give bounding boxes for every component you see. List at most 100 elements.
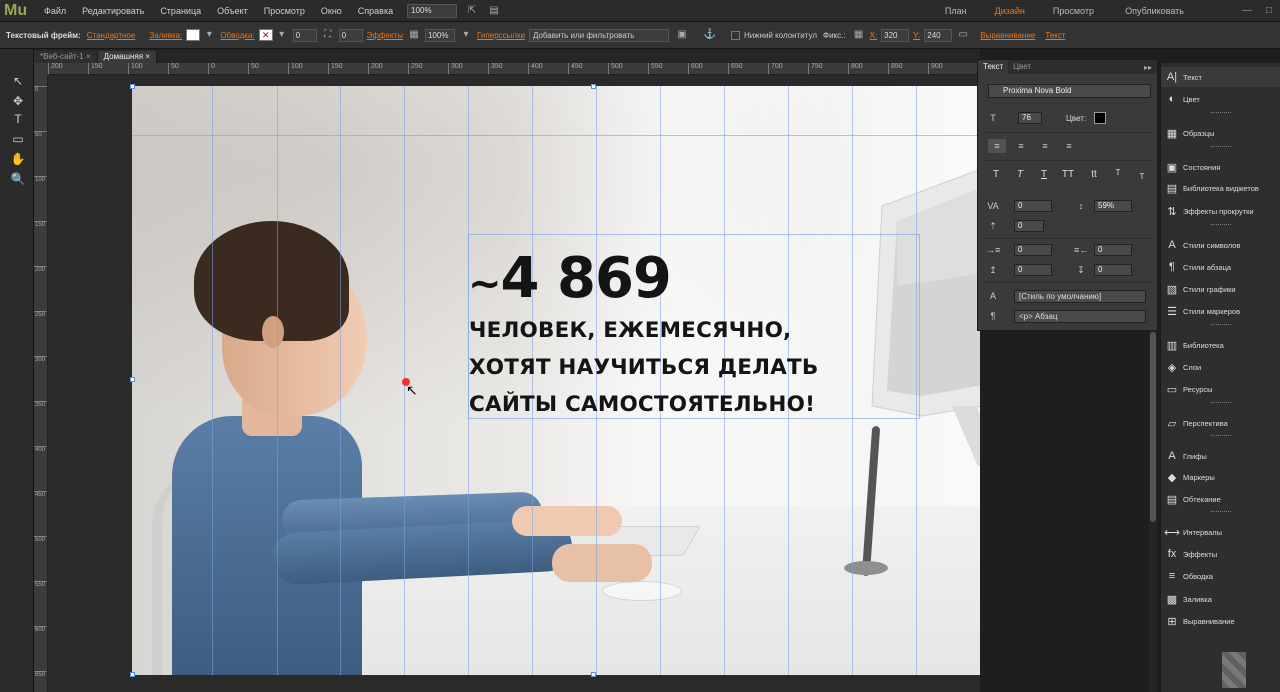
dock-item-para-styles[interactable]: ¶ Стили абзаца (1161, 257, 1280, 277)
dock-item-swatches[interactable]: ▦ Образцы (1161, 123, 1280, 143)
align-right-icon[interactable]: ≡ (1036, 139, 1054, 153)
dock-item-graphic-styles[interactable]: ▧ Стили графики (1161, 279, 1280, 299)
dock-item-assets[interactable]: ▭ Ресурсы (1161, 379, 1280, 399)
dock-item-stroke[interactable]: ≡ Обводка (1161, 566, 1280, 586)
dock-item-fx[interactable]: fx Эффекты (1161, 544, 1280, 564)
align-center-icon[interactable]: ≡ (1012, 139, 1030, 153)
headline-number[interactable]: ~4 869 (468, 246, 672, 311)
y-field[interactable]: 240 (924, 28, 953, 42)
resize-handle[interactable] (591, 84, 596, 89)
dock-item-char-styles[interactable]: A Стили символов (1161, 235, 1280, 255)
dock-item-layers[interactable]: ◈ Слои (1161, 357, 1280, 377)
crop-tool-icon[interactable]: ✥ (10, 93, 26, 109)
dock-item-wrap[interactable]: ▤ Обтекание (1161, 489, 1280, 509)
hyperlinks-select[interactable]: Добавить или фильтровать (528, 28, 669, 42)
align-link[interactable]: Выравнивание (980, 31, 1035, 40)
opacity-dropdown-icon[interactable]: ▾ (459, 28, 473, 42)
dock-item-bullet-styles[interactable]: ☰ Стили маркеров (1161, 301, 1280, 321)
publish-button[interactable]: Опубликовать (1125, 0, 1184, 22)
footer-checkbox[interactable] (730, 30, 740, 40)
stroke-dropdown-icon[interactable]: ▾ (275, 28, 289, 42)
menu-view[interactable]: Просмотр (256, 0, 313, 22)
dock-item-states[interactable]: ▣ Состояния (1161, 157, 1280, 177)
anchor-icon[interactable]: ⚓ (703, 28, 717, 42)
small-caps-button[interactable]: tt (1086, 168, 1102, 182)
align-justify-icon[interactable]: ≡ (1060, 139, 1078, 153)
opacity-field[interactable]: 100% (424, 28, 455, 42)
opacity-icon[interactable]: ▦ (407, 28, 421, 42)
hand-tool-icon[interactable]: ✋ (10, 151, 26, 167)
size-lock-icon[interactable]: ▭ (956, 28, 970, 42)
fill-dropdown-icon[interactable]: ▾ (202, 28, 216, 42)
dock-item-glyphs[interactable]: A Глифы (1161, 446, 1280, 466)
stroke-swatch[interactable]: ✕ (258, 29, 273, 41)
menu-help[interactable]: Справка (350, 0, 401, 22)
resize-handle[interactable] (130, 672, 135, 677)
headline-line-2[interactable]: ХОТЯТ НАУЧИТЬСЯ ДЕЛАТЬ (469, 355, 818, 380)
font-size-field[interactable]: 76 (1018, 112, 1042, 124)
horizontal-ruler[interactable]: 200 150 100 50 0 50 100 150 200 250 300 350 400 450 50… (48, 63, 980, 75)
indent-right-field[interactable]: 0 (1094, 244, 1132, 256)
fill-swatch[interactable] (186, 29, 201, 41)
indent-left-field[interactable]: 0 (1014, 244, 1052, 256)
menu-edit[interactable]: Редактировать (74, 0, 152, 22)
headline-line-3[interactable]: САЙТЫ САМОСТОЯТЕЛЬНО! (469, 392, 815, 417)
view-options-icon[interactable]: ▤ (487, 4, 501, 18)
mode-preview[interactable]: Просмотр (1039, 0, 1108, 22)
resize-handle[interactable] (591, 672, 596, 677)
fill-link[interactable]: Заливка: (149, 31, 182, 40)
hyperlinks-link[interactable]: Гиперссылки (477, 31, 525, 40)
hand-arrow-icon[interactable]: ⇱ (465, 4, 479, 18)
baseline-field[interactable]: 0 (1014, 220, 1044, 232)
font-select[interactable]: Proxima Nova Bold (988, 84, 1151, 98)
text-link[interactable]: Текст (1045, 31, 1065, 40)
menu-window[interactable]: Окно (313, 0, 350, 22)
mode-plan[interactable]: План (931, 0, 981, 22)
padding-icon[interactable]: ⛶ (321, 28, 335, 42)
x-field[interactable]: 320 (881, 28, 910, 42)
menu-object[interactable]: Объект (209, 0, 256, 22)
maximize-icon[interactable]: □ (1266, 0, 1272, 22)
panel-menu-icon[interactable]: ▸▸ (1144, 63, 1157, 72)
menu-page[interactable]: Страница (152, 0, 209, 22)
pin-icon[interactable]: ▦ (852, 28, 866, 42)
effects-link[interactable]: Эффекты (367, 31, 403, 40)
minimize-icon[interactable]: — (1242, 0, 1252, 22)
leading-field[interactable]: 59% (1094, 200, 1132, 212)
superscript-button[interactable]: T (1110, 166, 1126, 180)
tab-website[interactable]: *Веб-сайт-1 × (34, 51, 98, 63)
space-before-field[interactable]: 0 (1014, 264, 1052, 276)
rectangle-tool-icon[interactable]: ▭ (10, 131, 26, 147)
dock-item-color[interactable]: ◐ Цвет (1161, 89, 1280, 109)
scrollbar-thumb[interactable] (1150, 332, 1156, 522)
padding-field[interactable]: 0 (338, 28, 363, 42)
stroke-link[interactable]: Обводка: (220, 31, 254, 40)
space-after-field[interactable]: 0 (1094, 264, 1132, 276)
dock-item-spacing[interactable]: ⟷ Интервалы (1161, 522, 1280, 542)
close-icon[interactable]: × (145, 52, 150, 61)
dock-item-fill[interactable]: ▩ Заливка (1161, 589, 1280, 609)
menu-file[interactable]: Файл (36, 0, 74, 22)
headline-line-1[interactable]: ЧЕЛОВЕК, ЕЖЕМЕСЯЧНО, (469, 318, 791, 343)
para-style-select[interactable]: <p> Абзац (1014, 310, 1146, 323)
dock-item-text[interactable]: A| Текст (1161, 67, 1280, 87)
dock-item-markers[interactable]: ◆ Маркеры (1161, 467, 1280, 487)
color-swatch[interactable] (1094, 112, 1106, 124)
text-tool-icon[interactable]: T (10, 111, 26, 127)
panel-tab-color[interactable]: Цвет (1008, 60, 1036, 74)
link-options-icon[interactable]: ▣ (675, 28, 689, 42)
resize-handle[interactable] (130, 377, 135, 382)
italic-button[interactable]: T (1012, 168, 1028, 182)
vertical-ruler[interactable]: 0 50 100 150 200 250 300 350 400 450 500 550 600 650 (34, 75, 48, 692)
zoom-tool-icon[interactable]: 🔍 (10, 171, 26, 187)
hero-image[interactable]: ~4 869 ЧЕЛОВЕК, ЕЖЕМЕСЯЧНО, ХОТЯТ НАУЧИТ… (132, 86, 980, 675)
style-link[interactable]: Стандартное (87, 31, 136, 40)
dock-item-scroll-effects[interactable]: ⇅ Эффекты прокрутки (1161, 201, 1280, 221)
dock-item-perspective[interactable]: ▱ Перспектива (1161, 413, 1280, 433)
char-style-select[interactable]: [Стиль по умолчанию] (1014, 290, 1146, 303)
zoom-select[interactable]: 100% (407, 3, 458, 18)
resize-handle[interactable] (130, 84, 135, 89)
dock-item-widget-library[interactable]: ▤ Библиотека виджетов (1161, 178, 1280, 198)
stroke-width-field[interactable]: 0 (292, 28, 317, 42)
subscript-button[interactable]: T (1134, 170, 1150, 184)
